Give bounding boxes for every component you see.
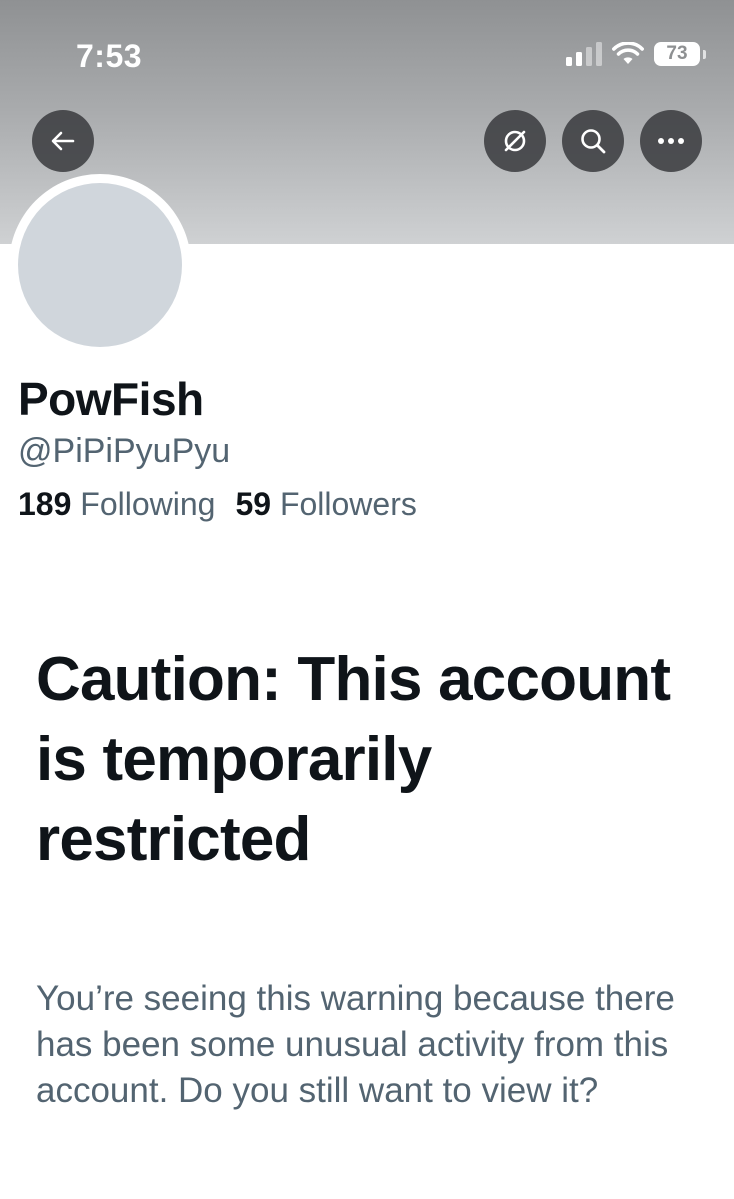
- following-link[interactable]: 189 Following: [18, 486, 215, 523]
- followers-count: 59: [235, 486, 272, 522]
- back-arrow-icon: [51, 131, 75, 151]
- back-button[interactable]: [32, 110, 94, 172]
- following-label: Following: [80, 486, 216, 522]
- follow-stats: 189 Following 59 Followers: [18, 486, 417, 523]
- status-time: 7:53: [76, 38, 143, 74]
- battery-icon: 73: [654, 42, 706, 66]
- avatar-placeholder: [18, 183, 182, 347]
- restriction-warning-title: Caution: This account is temporarily res…: [36, 645, 671, 874]
- no-translate-icon: [504, 130, 526, 152]
- followers-label: Followers: [279, 486, 417, 522]
- more-options-icon: [658, 138, 684, 144]
- avatar[interactable]: [9, 174, 191, 356]
- display-name: PowFish: [18, 373, 204, 425]
- restriction-warning-message: You’re seeing this warning because there…: [36, 979, 675, 1110]
- cellular-signal-icon: [566, 42, 602, 66]
- user-handle: @PiPiPyuPyu: [18, 432, 231, 470]
- followers-link[interactable]: 59 Followers: [235, 486, 416, 523]
- battery-level: 73: [666, 43, 688, 64]
- no-translate-button[interactable]: [484, 110, 546, 172]
- search-button[interactable]: [562, 110, 624, 172]
- more-options-button[interactable]: [640, 110, 702, 172]
- status-icons: 73: [566, 42, 706, 66]
- profile-screen: 7:53 73 PowFish @PiPiPyuPyu 189 Followin…: [0, 0, 734, 1199]
- following-count: 189: [18, 486, 72, 522]
- wifi-icon: [612, 42, 644, 64]
- search-icon: [581, 129, 606, 154]
